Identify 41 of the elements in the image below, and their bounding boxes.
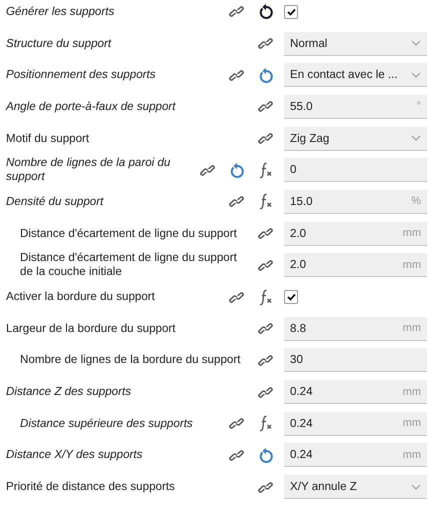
number-field[interactable]: 0.24 mm <box>284 443 427 468</box>
setting-label: Distance Z des supports <box>6 385 132 400</box>
setting-label: Distance d'écartement de ligne du support <box>20 226 238 241</box>
formula-icon[interactable] <box>258 193 274 210</box>
dropdown[interactable]: X/Y annule Z <box>284 475 427 500</box>
setting-label: Distance d'écartement de ligne du support de la couche initiale <box>20 251 238 280</box>
chevron-icon <box>411 72 421 78</box>
checkbox[interactable] <box>284 4 298 19</box>
number-field[interactable]: 0.24 mm <box>284 380 427 404</box>
formula-icon[interactable] <box>258 162 274 179</box>
dropdown[interactable]: En contact avec le ... <box>284 63 427 88</box>
reset-icon[interactable] <box>258 3 274 20</box>
setting-label: Générer les supports <box>6 4 116 19</box>
setting-label: Largeur de la bordure du support <box>6 322 177 336</box>
setting-label: Motif du support <box>6 132 90 146</box>
setting-label: Densité du support <box>6 194 105 209</box>
setting-label: Activer la bordure du support <box>6 290 156 304</box>
number-field[interactable]: 55.0 ° <box>284 94 427 119</box>
setting-label: Nombre de lignes de la bordure du support <box>20 353 242 368</box>
setting-label: Nombre de lignes de la paroi du support <box>6 156 172 184</box>
formula-icon[interactable] <box>258 415 274 432</box>
chevron-icon <box>411 40 421 46</box>
setting-label: Distance supérieure des supports <box>20 416 194 431</box>
setting-label: Structure du support <box>6 36 112 51</box>
number-field[interactable]: 15.0 % <box>284 190 427 214</box>
dropdown[interactable]: Zig Zag <box>284 126 427 151</box>
setting-label: Angle de porte-à-faux de support <box>6 100 177 114</box>
number-field[interactable]: 8.8 mm <box>284 316 427 341</box>
number-field[interactable]: 2.0 mm <box>284 222 427 246</box>
formula-icon[interactable] <box>258 288 274 306</box>
number-field[interactable]: 0 <box>284 158 427 182</box>
number-field[interactable]: 30 <box>284 348 427 372</box>
number-field[interactable]: 2.0 mm <box>284 253 427 278</box>
setting-label: Priorité de distance des supports <box>6 480 176 494</box>
checkbox[interactable] <box>284 290 298 304</box>
chevron-icon <box>411 484 421 490</box>
number-field[interactable]: 0.24 mm <box>284 412 427 436</box>
setting-label: Positionnement des supports <box>6 68 157 82</box>
chevron-icon <box>411 135 421 142</box>
dropdown[interactable]: Normal <box>284 32 427 56</box>
setting-label: Distance X/Y des supports <box>6 448 144 462</box>
